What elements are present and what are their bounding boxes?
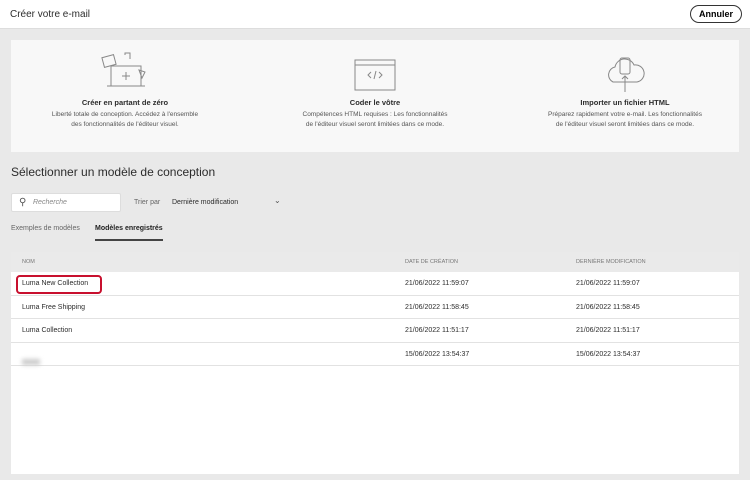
option-create-from-scratch[interactable]: Créer en partant de zéro Liberté totale … [15,52,235,130]
option-import-html[interactable]: Importer un fichier HTML Préparez rapide… [515,52,735,130]
option-description: Liberté totale de conception. Accédez à … [51,111,199,118]
creation-options: Créer en partant de zéro Liberté totale … [11,40,739,152]
templates-table: NOM DATE DE CRÉATION DERNIÈRE MODIFICATI… [11,252,739,474]
search-icon: ⚲ [19,197,27,208]
modified-date: 21/06/2022 11:59:07 [576,280,640,287]
template-name[interactable]: Luma Collection [22,327,72,334]
option-description: Compétences HTML requises : Les fonction… [302,111,448,118]
sort-dropdown[interactable]: Dernière modification [172,199,238,206]
search-input[interactable]: ⚲ Recherche [11,193,121,212]
cloud-upload-icon [608,57,645,92]
template-name[interactable]: Luma New Collection [22,280,88,287]
table-header: NOM DATE DE CRÉATION DERNIÈRE MODIFICATI… [11,252,739,272]
option-description: de l'éditeur visuel seront limitées dans… [305,121,445,128]
code-icon [354,59,396,91]
chevron-down-icon[interactable]: ⌄ [274,196,281,205]
dialog-title: Créer votre e-mail [10,9,91,20]
created-date: 21/06/2022 11:51:17 [405,327,469,334]
top-bar: Créer votre e-mail Annuler [0,0,750,29]
tab-sample-templates[interactable]: Exemples de modèles [11,225,80,232]
created-date: 21/06/2022 11:58:45 [405,303,469,311]
tab-saved-templates[interactable]: Modèles enregistrés [95,225,163,241]
template-name[interactable]: Luma Free Shipping [22,304,85,311]
column-header-name[interactable]: NOM [22,259,35,265]
modified-date: 21/06/2022 11:51:17 [576,327,640,334]
table-row[interactable]: Luma New Collection 21/06/2022 11:59:07 … [11,272,739,296]
column-header-modified[interactable]: DERNIÈRE MODIFICATION [576,259,646,265]
modified-date: 21/06/2022 11:58:45 [576,303,640,311]
cancel-button[interactable]: Annuler [689,5,742,23]
sort-label: Trier par [134,199,161,206]
modified-date: 15/06/2022 13:54:37 [576,350,641,358]
option-description: de l'éditeur visuel seront limitées dans… [555,121,695,128]
option-description: Préparez rapidement votre e-mail. Les fo… [548,111,702,118]
option-title: Coder le vôtre [349,98,401,107]
column-header-created[interactable]: DATE DE CRÉATION [405,259,458,265]
created-date: 21/06/2022 11:59:07 [405,280,469,287]
created-date: 15/06/2022 13:54:37 [405,350,470,358]
table-row[interactable]: Luma Collection 21/06/2022 11:51:17 21/0… [11,319,739,343]
option-title: Importer un fichier HTML [580,98,670,107]
search-placeholder: Recherche [33,199,67,206]
option-description: des fonctionnalités de l'éditeur visuel. [71,121,179,128]
option-code-your-own[interactable]: Coder le vôtre Compétences HTML requises… [265,52,485,130]
design-from-scratch-icon [101,52,146,87]
option-title: Créer en partant de zéro [81,98,169,107]
section-title: Sélectionner un modèle de conception [11,165,216,179]
table-row[interactable]: 15/06/2022 13:54:37 15/06/2022 13:54:37 [11,343,739,366]
table-row[interactable]: Luma Free Shipping 21/06/2022 11:58:45 2… [11,296,739,319]
